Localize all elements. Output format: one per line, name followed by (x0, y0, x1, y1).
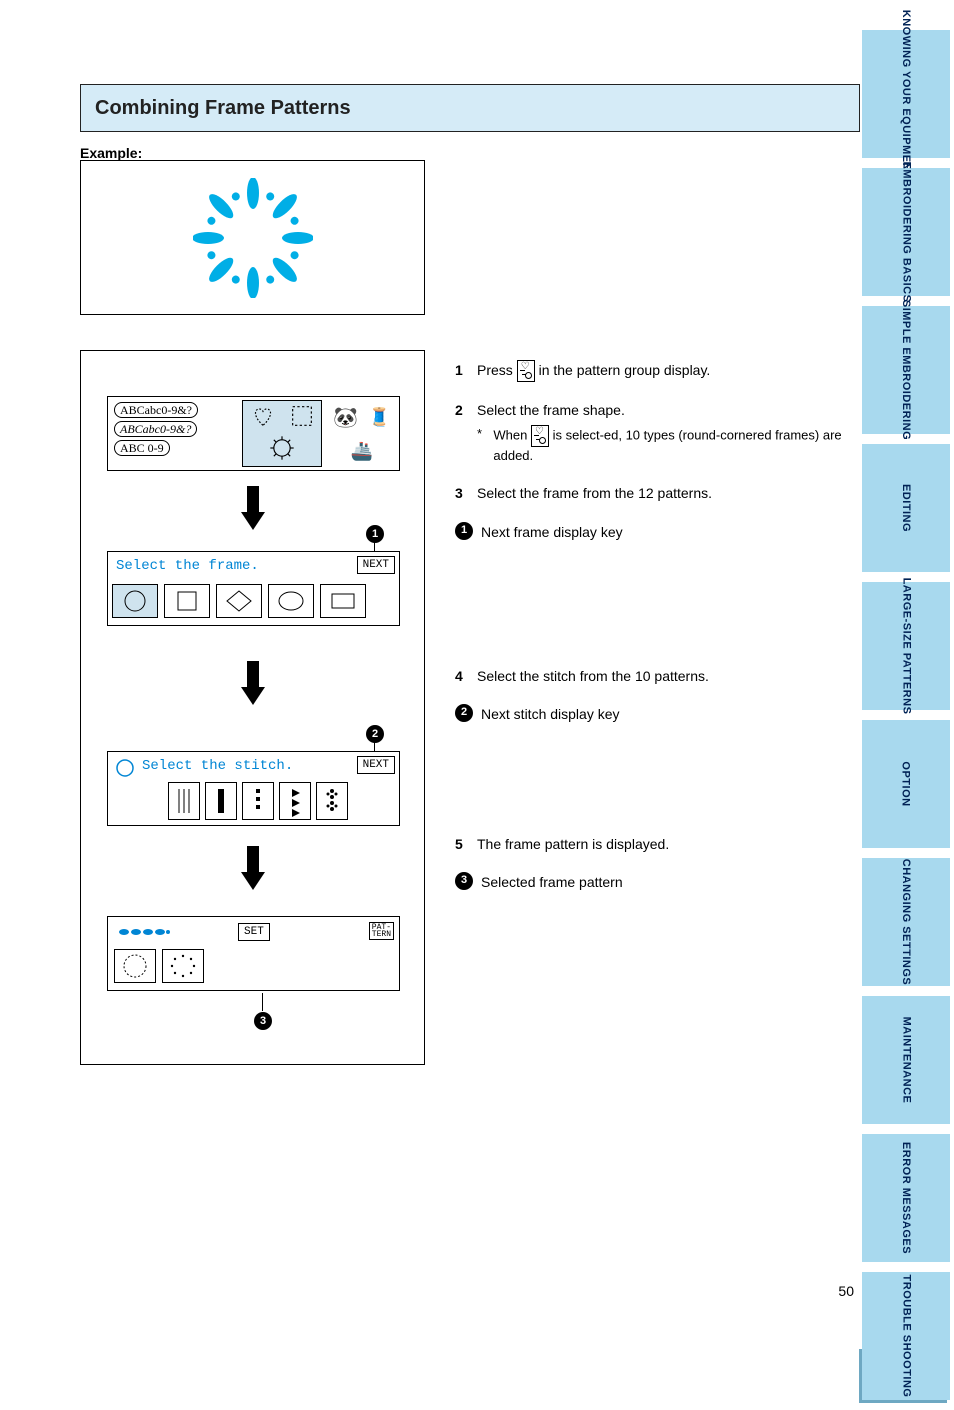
frame-square-icon[interactable] (288, 402, 316, 433)
step-1: 1 Press in the pattern group display. (455, 360, 850, 382)
wreath-icon (193, 178, 313, 298)
tab-2[interactable]: EMBROIDERING BASICS (862, 168, 950, 296)
stitch-preview-icon (116, 925, 176, 942)
font-option-1[interactable]: ABCabc0-9&? (114, 402, 198, 418)
tab-8[interactable]: MAINTENANCE (862, 996, 950, 1124)
next-button[interactable]: NEXT (357, 556, 395, 574)
frame-circle[interactable] (112, 584, 158, 618)
lcd-result: SET PAT- TERN (107, 916, 400, 991)
gear-icon[interactable] (268, 434, 296, 465)
next-button-2[interactable]: NEXT (357, 756, 395, 774)
frame-group-icon (517, 360, 535, 382)
lcd-pattern-groups: ABCabc0-9&? ABCabc0-9&? ABC 0-9 🐼 🧵 🚢 (107, 396, 400, 471)
font-option-2[interactable]: ABCabc0-9&? (114, 421, 197, 437)
section-title: Combining Frame Patterns (95, 97, 351, 120)
tab-7[interactable]: CHANGING SETTINGS (862, 858, 950, 986)
tab-9[interactable]: ERROR MESSAGES (862, 1134, 950, 1262)
spool-icon[interactable]: 🧵 (368, 407, 390, 428)
stitch-2[interactable] (205, 782, 237, 820)
arrow-down-icon (241, 661, 265, 707)
arrow-down-icon (241, 846, 265, 892)
example-preview (80, 160, 425, 315)
set-button[interactable]: SET (238, 923, 270, 941)
frame-group-icon-2 (531, 425, 549, 447)
tab-6[interactable]: OPTION (862, 720, 950, 848)
step-5: 5 The frame pattern is displayed. (455, 834, 850, 854)
result-frame-2[interactable] (162, 949, 204, 983)
side-tabs: KNOWING YOUR EQUIPMENT EMBROIDERING BASI… (862, 30, 954, 1410)
font-option-3[interactable]: ABC 0-9 (114, 440, 170, 456)
tab-1[interactable]: KNOWING YOUR EQUIPMENT (862, 30, 950, 158)
callout-marker-3: 3 (254, 1012, 272, 1030)
frame-square[interactable] (164, 584, 210, 618)
frame-rect[interactable] (320, 584, 366, 618)
stitch-5[interactable] (316, 782, 348, 820)
note-1: 1 Next frame display key (455, 522, 850, 542)
step-2: 2 Select the frame shape. * When is sele… (455, 400, 850, 465)
arrow-down-icon (241, 486, 265, 532)
frame-oval[interactable] (268, 584, 314, 618)
tab-5[interactable]: LARGE-SIZE PATTERNS (862, 582, 950, 710)
callout-marker-1: 1 (366, 525, 384, 543)
note-3: 3 Selected frame pattern (455, 872, 850, 892)
stitch-1[interactable] (168, 782, 200, 820)
stitch-4[interactable] (279, 782, 311, 820)
lcd-flow-panel: ABCabc0-9&? ABCabc0-9&? ABC 0-9 🐼 🧵 🚢 1 … (80, 350, 425, 1065)
instructions-column: 1 Press in the pattern group display. 2 … (455, 360, 850, 906)
example-label: Example: (80, 145, 142, 161)
lcd-select-frame: Select the frame. NEXT (107, 551, 400, 626)
result-frame-1[interactable] (114, 949, 156, 983)
section-title-bar: Combining Frame Patterns (80, 84, 860, 132)
callout-marker-2: 2 (366, 725, 384, 743)
page-number: 50 (838, 1283, 854, 1299)
step-4: 4 Select the stitch from the 10 patterns… (455, 666, 850, 686)
tab-4[interactable]: EDITING (862, 444, 950, 572)
pattern-button[interactable]: PAT- TERN (369, 922, 394, 940)
step-3: 3 Select the frame from the 12 patterns. (455, 483, 850, 503)
lcd-select-stitch: Select the stitch. NEXT (107, 751, 400, 826)
tab-3[interactable]: SIMPLE EMBROIDERING (862, 306, 950, 434)
prompt-select-stitch: Select the stitch. (142, 758, 293, 774)
note-2: 2 Next stitch display key (455, 704, 850, 724)
heart-icon[interactable] (249, 402, 277, 433)
ship-icon[interactable]: 🚢 (351, 441, 373, 462)
panda-icon[interactable]: 🐼 (333, 405, 358, 430)
stitch-3[interactable] (242, 782, 274, 820)
frame-diamond[interactable] (216, 584, 262, 618)
tab-10[interactable]: TROUBLE SHOOTING (862, 1272, 950, 1400)
prompt-select-frame: Select the frame. (116, 558, 259, 574)
